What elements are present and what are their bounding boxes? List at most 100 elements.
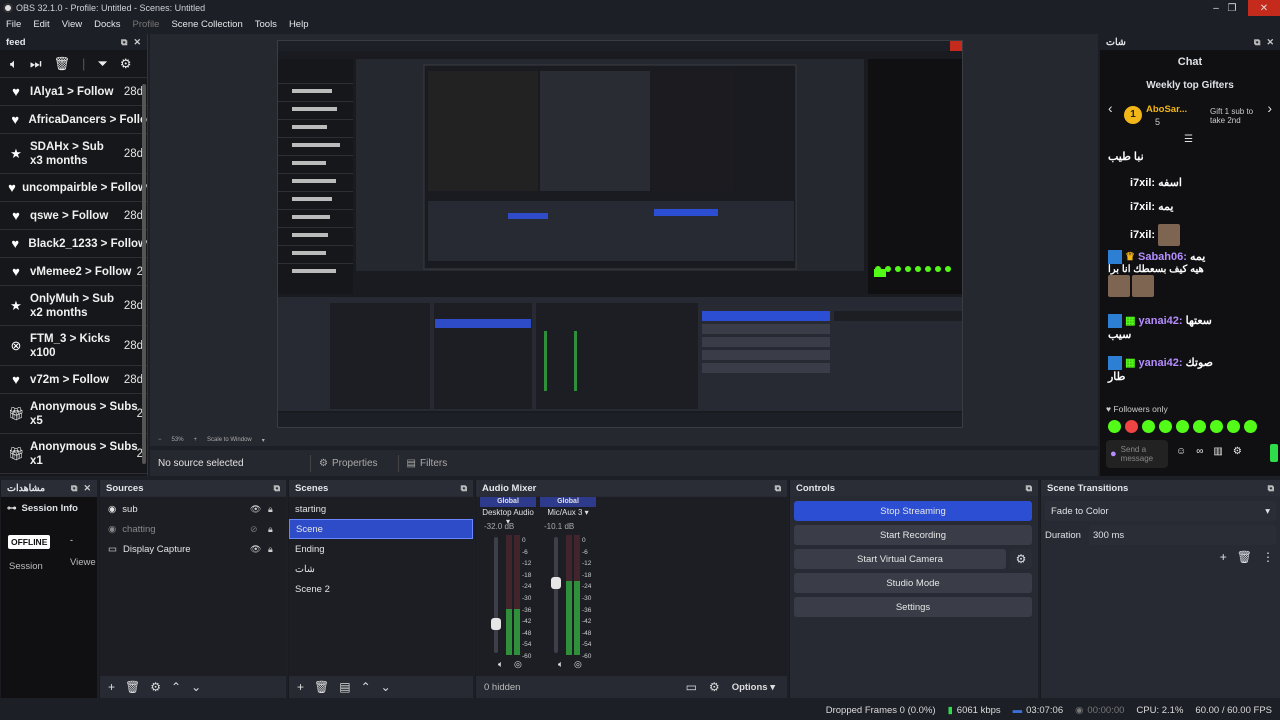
remove-source-button[interactable]: 🗑︎ [125,680,140,694]
move-down-button[interactable]: ⌄ [191,680,201,694]
duration-spinbox[interactable]: 300 ms [1089,525,1276,545]
source-settings-button[interactable]: ⚙︎ [150,680,161,694]
close-icon[interactable]: ✕ [83,483,91,494]
volume-knob[interactable] [491,618,501,630]
scene-filter-button[interactable]: ▤ [339,680,350,694]
emote-icon[interactable] [1125,420,1138,433]
volume-icon[interactable]: 🔈︎ [10,56,18,72]
menu-tools[interactable]: Tools [249,19,283,30]
close-icon[interactable]: ✕ [133,37,141,48]
feed-item[interactable]: 🎁︎ Anonymous > Subs x5 2 [0,394,147,434]
source-item[interactable]: ▭ Display Capture 👁︎ 🔒︎ [100,539,286,559]
float-icon[interactable]: ⧉ [274,483,280,494]
feed-item[interactable]: ♥ qswe > Follow 28d [0,202,147,230]
feed-item[interactable]: ⊗ FTM_3 > Kicks x100 28d [0,326,147,366]
feed-item[interactable]: 🎁︎ Anonymous > Subs x1 2 [0,434,147,474]
remove-scene-button[interactable]: 🗑︎ [314,680,329,694]
float-icon[interactable]: ⧉ [1026,483,1032,494]
start-virtual-camera-button[interactable]: Start Virtual Camera [794,549,1006,569]
menu-file[interactable]: File [0,19,27,30]
menu-edit[interactable]: Edit [27,19,55,30]
send-button[interactable] [1270,444,1278,462]
more-icon[interactable]: ⋮ [1262,550,1274,564]
scene-item[interactable]: Ending [289,539,473,559]
emote-icon[interactable] [1176,420,1189,433]
transition-select[interactable]: Fade to Color ▾ [1045,501,1276,521]
settings-icon[interactable]: ⚙︎ [1233,446,1242,457]
start-recording-button[interactable]: Start Recording [794,525,1032,545]
volume-slider[interactable] [551,537,561,653]
emote-icon[interactable] [1244,420,1257,433]
feed-scrollbar[interactable] [142,84,146,464]
zoom-in-button[interactable]: + [194,437,198,443]
move-up-button[interactable]: ⌃ [361,680,371,694]
emote-icon[interactable] [1193,420,1206,433]
scene-item-selected[interactable]: Scene [289,519,473,539]
filters-button[interactable]: ▤ Filters [397,454,456,472]
feed-item[interactable]: ♥ IAlya1 > Follow 28d [0,78,147,106]
virtual-camera-settings-icon[interactable]: ⚙︎ [1010,549,1032,569]
skip-icon[interactable]: ⏭︎ [30,56,42,72]
lock-icon[interactable]: 🔒︎ [268,504,273,515]
properties-button[interactable]: ⚙︎ Properties [310,454,386,472]
collapse-icon[interactable]: ☰ [1184,134,1193,145]
scene-item[interactable]: starting [289,499,473,519]
options-button[interactable]: Options ▾ [732,682,775,693]
scene-item[interactable]: شات [289,559,473,579]
volume-slider[interactable] [491,537,501,653]
feed-item[interactable]: ♥ AfricaDancers > Follo [0,106,147,134]
emote-icon[interactable] [1142,420,1155,433]
speaker-icon[interactable]: 🔈︎ [558,659,563,670]
feed-item[interactable]: ★ OnlyMuh > Sub x2 months 28d [0,286,147,326]
advanced-audio-icon[interactable]: ⚙︎ [709,680,720,694]
move-down-button[interactable]: ⌄ [381,680,391,694]
emote-icon[interactable] [1159,420,1172,433]
eye-hidden-icon[interactable]: ⊘ [250,524,258,535]
speaker-icon[interactable]: 🔈︎ [498,659,503,670]
add-scene-button[interactable]: + [297,680,304,694]
volume-knob[interactable] [551,577,561,589]
mic-icon[interactable]: ● [1110,448,1117,460]
feed-item[interactable]: ♥ Black2_1233 > Follow [0,230,147,258]
float-icon[interactable]: ⧉ [461,483,467,494]
monitor-icon[interactable]: ◎ [514,659,522,670]
move-up-button[interactable]: ⌃ [171,680,181,694]
feed-item[interactable]: ♥ v72m > Follow 28d [0,366,147,394]
trash-icon[interactable]: 🗑︎ [54,56,71,72]
emote-icon[interactable] [1108,420,1121,433]
store-icon[interactable]: ▥ [1213,446,1222,457]
source-item[interactable]: ◉ sub 👁︎ 🔒︎ [100,499,286,519]
feed-item[interactable]: ♥ vMemee2 > Follow 2 [0,258,147,286]
chevron-left-icon[interactable]: ‹ [1108,100,1113,116]
lock-icon[interactable]: 🔒︎ [268,524,273,535]
menu-scene-collection[interactable]: Scene Collection [165,19,248,30]
menu-view[interactable]: View [56,19,88,30]
emote-picker-icon[interactable]: ☺ [1176,446,1186,457]
layout-toggle-icon[interactable]: ▭ [686,680,697,694]
settings-button[interactable]: Settings [794,597,1032,617]
close-icon[interactable]: ✕ [1266,37,1274,48]
gear-icon[interactable]: ⚙︎ [120,56,132,72]
channel-name-dropdown[interactable]: Mic/Aux 3 ▾ [540,508,596,517]
add-transition-button[interactable]: + [1220,550,1227,564]
add-source-button[interactable]: + [108,680,115,694]
menu-docks[interactable]: Docks [88,19,126,30]
filter-icon[interactable]: ⏷ [97,56,107,72]
scale-mode[interactable]: Scale to Window [207,437,252,443]
source-item[interactable]: ◉ chatting ⊘ 🔒︎ [100,519,286,539]
monitor-icon[interactable]: ◎ [574,659,582,670]
maximize-button[interactable]: ❐ [1216,0,1248,16]
eye-icon[interactable]: 👁︎ [250,544,261,555]
float-icon[interactable]: ⧉ [1268,483,1274,494]
menu-help[interactable]: Help [283,19,315,30]
eye-icon[interactable]: 👁︎ [250,504,261,515]
float-icon[interactable]: ⧉ [121,37,127,48]
float-icon[interactable]: ⧉ [1254,37,1260,48]
emote-icon[interactable] [1227,420,1240,433]
float-icon[interactable]: ⧉ [71,483,77,494]
studio-mode-button[interactable]: Studio Mode [794,573,1032,593]
chevron-down-icon[interactable]: ▾ [262,437,265,444]
feed-item[interactable]: ♥ uncompairble > Follow [0,174,147,202]
menu-profile[interactable]: Profile [127,19,166,30]
scene-item[interactable]: Scene 2 [289,579,473,599]
